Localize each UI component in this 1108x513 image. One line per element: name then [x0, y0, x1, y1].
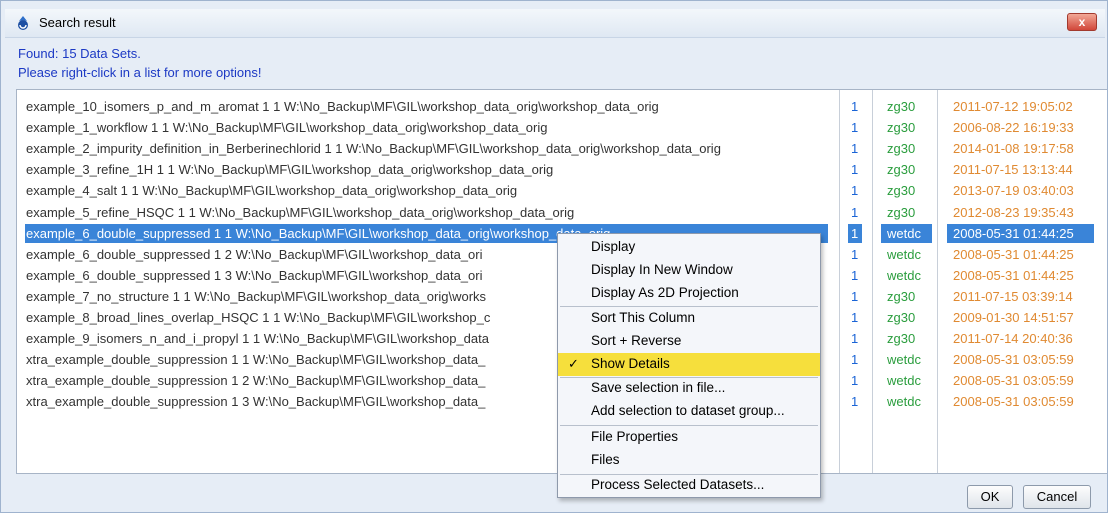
date-cell: 2008-05-31 01:44:25 — [953, 225, 1074, 241]
menu-item-label: Add selection to dataset group... — [591, 403, 785, 418]
date-cell: 2008-05-31 01:44:25 — [953, 246, 1074, 262]
menu-item-label: Show Details — [591, 356, 670, 371]
dataset-name-cell: xtra_example_double_suppression 1 2 W:\N… — [26, 373, 486, 389]
procno-cell: 1 — [851, 352, 859, 368]
menu-item-label: File Properties — [591, 429, 679, 444]
pulse-program-cell: zg30 — [887, 141, 916, 157]
procno-cell: 1 — [851, 204, 859, 220]
pulse-program-cell: wetdc — [887, 373, 921, 389]
menu-item-label: Display — [591, 239, 636, 254]
procno-cell: 1 — [851, 288, 859, 304]
pulse-program-cell: wetdc — [887, 352, 921, 368]
menu-item-sort-reverse[interactable]: Sort + Reverse — [558, 330, 820, 353]
procno-cell: 1 — [851, 162, 859, 178]
dataset-name-cell: example_8_broad_lines_overlap_HSQC 1 1 W… — [26, 310, 491, 325]
pulse-program-cell: wetdc — [887, 267, 921, 283]
date-cell: 2013-07-19 03:40:03 — [953, 183, 1074, 199]
procno-cell: 1 — [851, 99, 859, 114]
app-icon — [18, 16, 28, 30]
dataset-name-cell: example_6_double_suppressed 1 1 W:\No_Ba… — [26, 225, 611, 241]
menu-item-process-selected-datasets[interactable]: Process Selected Datasets... — [558, 474, 820, 497]
menu-item-file-properties[interactable]: File Properties — [558, 426, 820, 449]
found-count-text: Found: 15 Data Sets. — [18, 46, 141, 61]
checkmark-icon: ✓ — [568, 356, 579, 371]
pulse-program-cell: wetdc — [887, 394, 921, 410]
dataset-name-cell: example_2_impurity_definition_in_Berberi… — [26, 141, 721, 157]
procno-cell: 1 — [851, 394, 859, 410]
date-cell: 2012-08-23 19:35:43 — [953, 204, 1074, 220]
menu-item-label: Sort + Reverse — [591, 333, 682, 348]
cancel-button[interactable]: Cancel — [1023, 485, 1091, 509]
date-cell: 2011-07-15 03:39:14 — [953, 288, 1073, 304]
menu-item-label: Save selection in file... — [591, 380, 726, 395]
dataset-name-cell: example_5_refine_HSQC 1 1 W:\No_Backup\M… — [26, 204, 575, 220]
table-row[interactable]: example_4_salt 1 1 W:\No_Backup\MF\GIL\w… — [17, 180, 1107, 202]
menu-item-label: Sort This Column — [591, 310, 696, 325]
ok-button[interactable]: OK — [967, 485, 1013, 509]
context-menu: Display Display In New Window Display As 2… — [557, 233, 821, 498]
pulse-program-cell: zg30 — [887, 331, 916, 347]
menu-item-show-details[interactable]: ✓ Show Details — [558, 353, 820, 376]
procno-cell: 1 — [851, 183, 859, 199]
menu-item-label: Files — [591, 452, 620, 467]
procno-cell: 1 — [851, 373, 859, 389]
dataset-name-cell: example_7_no_structure 1 1 W:\No_Backup\… — [26, 288, 487, 304]
dataset-name-cell: example_4_salt 1 1 W:\No_Backup\MF\GIL\w… — [26, 183, 518, 199]
procno-cell: 1 — [851, 141, 859, 157]
dataset-name-cell: example_6_double_suppressed 1 3 W:\No_Ba… — [26, 267, 483, 283]
title-bar[interactable]: Search result x — [5, 9, 1105, 38]
procno-cell: 1 — [851, 267, 859, 283]
date-cell: 2011-07-15 13:13:44 — [953, 162, 1073, 178]
table-row[interactable]: example_2_impurity_definition_in_Berberi… — [17, 138, 1107, 160]
dataset-name-cell: example_9_isomers_n_and_i_propyl 1 1 W:\… — [26, 331, 489, 347]
pulse-program-cell: zg30 — [887, 162, 916, 178]
menu-item-label: Process Selected Datasets... — [591, 477, 765, 492]
menu-item-sort-this-column[interactable]: Sort This Column — [558, 307, 820, 330]
dataset-name-cell: xtra_example_double_suppression 1 3 W:\N… — [26, 394, 486, 410]
menu-item-add-selection-to-dataset-group[interactable]: Add selection to dataset group... — [558, 400, 820, 423]
date-cell: 2009-01-30 14:51:57 — [953, 310, 1074, 325]
date-cell: 2008-05-31 03:05:59 — [953, 373, 1074, 389]
procno-cell: 1 — [851, 331, 859, 347]
pulse-program-cell: zg30 — [887, 310, 916, 325]
dataset-name-cell: xtra_example_double_suppression 1 1 W:\N… — [26, 352, 486, 368]
procno-cell: 1 — [851, 246, 859, 262]
menu-item-label: Display As 2D Projection — [591, 285, 739, 300]
pulse-program-cell: zg30 — [887, 183, 916, 199]
pulse-program-cell: zg30 — [887, 120, 916, 136]
date-cell: 2006-08-22 16:19:33 — [953, 120, 1074, 136]
dataset-name-cell: example_10_isomers_p_and_m_aromat 1 1 W:… — [26, 99, 659, 114]
table-row[interactable]: example_1_workflow 1 1 W:\No_Backup\MF\G… — [17, 117, 1107, 139]
date-cell: 2008-05-31 01:44:25 — [953, 267, 1074, 283]
dataset-name-cell: example_1_workflow 1 1 W:\No_Backup\MF\G… — [26, 120, 548, 136]
hint-text: Please right-click in a list for more op… — [18, 65, 262, 80]
procno-cell: 1 — [851, 310, 859, 325]
date-cell: 2014-01-08 19:17:58 — [953, 141, 1074, 157]
menu-item-display-as-2d-projection[interactable]: Display As 2D Projection — [558, 282, 820, 305]
procno-cell: 1 — [851, 120, 859, 136]
pulse-program-cell: wetdc — [887, 225, 921, 241]
pulse-program-cell: zg30 — [887, 288, 916, 304]
pulse-program-cell: zg30 — [887, 204, 916, 220]
table-row[interactable]: example_3_refine_1H 1 1 W:\No_Backup\MF\… — [17, 159, 1107, 181]
menu-item-save-selection-in-file[interactable]: Save selection in file... — [558, 377, 820, 400]
pulse-program-cell: zg30 — [887, 99, 916, 114]
menu-item-label: Display In New Window — [591, 262, 733, 277]
date-cell: 2011-07-14 20:40:36 — [953, 331, 1073, 347]
window-title: Search result — [39, 15, 116, 30]
procno-cell: 1 — [851, 225, 859, 241]
search-result-window: Search result x Found: 15 Data Sets. Ple… — [0, 0, 1108, 513]
date-cell: 2011-07-12 19:05:02 — [953, 99, 1073, 114]
pulse-program-cell: wetdc — [887, 246, 921, 262]
dataset-name-cell: example_6_double_suppressed 1 2 W:\No_Ba… — [26, 246, 483, 262]
menu-item-display[interactable]: Display — [558, 236, 820, 259]
menu-item-files[interactable]: Files — [558, 449, 820, 472]
date-cell: 2008-05-31 03:05:59 — [953, 394, 1074, 410]
menu-item-display-in-new-window[interactable]: Display In New Window — [558, 259, 820, 282]
date-cell: 2008-05-31 03:05:59 — [953, 352, 1074, 368]
table-row[interactable]: example_10_isomers_p_and_m_aromat 1 1 W:… — [17, 96, 1107, 118]
dataset-name-cell: example_3_refine_1H 1 1 W:\No_Backup\MF\… — [26, 162, 554, 178]
table-row[interactable]: example_5_refine_HSQC 1 1 W:\No_Backup\M… — [17, 202, 1107, 224]
close-icon[interactable]: x — [1067, 13, 1097, 31]
